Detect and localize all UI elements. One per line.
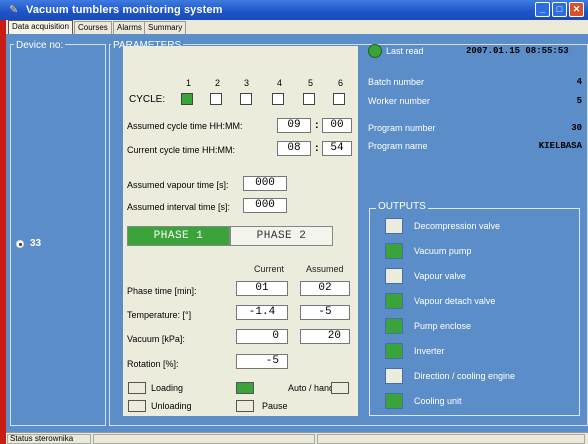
output-indicator-direction-cooling-engine	[385, 368, 403, 384]
phase-time-current-field: 01	[236, 281, 288, 296]
cycle-indicator-6	[333, 93, 345, 105]
output-indicator-vacuum-pump	[385, 243, 403, 259]
phase-2-button[interactable]: PHASE 2	[230, 226, 333, 246]
auto-hand-toggle[interactable]	[331, 382, 349, 394]
rotation-label: Rotation [%]:	[127, 359, 179, 369]
device-radio[interactable]: 33	[16, 238, 41, 249]
temperature-current-field: -1.4	[236, 305, 288, 320]
cycle-label: CYCLE:	[129, 94, 166, 105]
outputs-label: OUTPUTS	[376, 201, 428, 212]
vapour-time-label: Assumed vapour time [s]:	[127, 180, 229, 190]
app-icon: ✎	[9, 4, 19, 16]
unloading-indicator	[128, 400, 146, 412]
current-cycle-hours-field: 08	[277, 141, 311, 156]
tab-summary[interactable]: Summary	[144, 21, 187, 34]
cycle-number: 5	[308, 78, 314, 88]
assumed-cycle-hours-field[interactable]: 09	[277, 118, 311, 133]
output-indicator-decompression-valve	[385, 218, 403, 234]
current-cycle-time-label: Current cycle time HH:MM:	[127, 145, 236, 155]
title-bar: ✎ Vacuum tumblers monitoring system _ □ …	[0, 0, 588, 20]
vacuum-label: Vacuum [kPa]:	[127, 334, 185, 344]
output-label: Direction / cooling engine	[414, 371, 516, 381]
output-label: Inverter	[414, 346, 445, 356]
output-label: Cooling unit	[414, 396, 462, 406]
assumed-cycle-time-label: Assumed cycle time HH:MM:	[127, 121, 243, 131]
device-group	[10, 44, 106, 426]
interval-time-field[interactable]: 000	[243, 198, 287, 213]
cycle-number: 3	[244, 78, 250, 88]
column-current-header: Current	[254, 264, 285, 274]
output-indicator-inverter	[385, 343, 403, 359]
program-name-label: Program name	[368, 141, 428, 151]
output-indicator-pump-enclose	[385, 318, 403, 334]
cycle-indicator-5	[303, 93, 315, 105]
temperature-assumed-field[interactable]: -5	[300, 305, 350, 320]
worker-number-label: Worker number	[368, 96, 430, 106]
auto-hand-label: Auto / hand	[288, 383, 335, 393]
cycle-number: 2	[215, 78, 221, 88]
cycle-number: 1	[186, 78, 192, 88]
vapour-time-field[interactable]: 000	[243, 176, 287, 191]
assumed-cycle-minutes-field[interactable]: 00	[322, 118, 352, 133]
program-name-value: KIELBASA	[538, 141, 582, 151]
temperature-label: Temperature: [°]	[127, 310, 192, 320]
last-read-label: Last read	[386, 46, 424, 56]
maximize-button[interactable]: □	[552, 2, 567, 17]
loading-label: Loading	[151, 383, 184, 393]
tab-strip: Data acquisition Courses Alarms Summary	[6, 20, 588, 34]
status-cell-empty	[317, 434, 585, 444]
pause-label: Pause	[262, 401, 288, 411]
last-read-value: 2007.01.15 08:55:53	[466, 46, 569, 56]
status-cell-empty	[93, 434, 315, 444]
output-indicator-cooling-unit	[385, 393, 403, 409]
cycle-indicator-3	[240, 93, 252, 105]
device-label: Device no:	[14, 40, 66, 51]
rotation-current-field: -5	[236, 354, 288, 369]
program-number-value: 30	[571, 123, 582, 133]
vacuum-current-field: 0	[236, 329, 288, 344]
outputs-group	[369, 208, 580, 416]
batch-number-label: Batch number	[368, 77, 425, 87]
time-separator: :	[315, 119, 319, 131]
output-label: Vacuum pump	[414, 246, 472, 256]
cycle-number: 6	[338, 78, 344, 88]
tab-alarms[interactable]: Alarms	[113, 21, 146, 34]
unloading-label: Unloading	[151, 401, 192, 411]
pause-indicator	[236, 400, 254, 412]
output-indicator-vapour-valve	[385, 268, 403, 284]
batch-number-value: 4	[576, 77, 582, 87]
radio-selected-icon	[16, 239, 24, 248]
cycle-number: 4	[277, 78, 283, 88]
cycle-indicator-4	[272, 93, 284, 105]
column-assumed-header: Assumed	[306, 264, 344, 274]
loading-indicator	[128, 382, 146, 394]
window-title: Vacuum tumblers monitoring system	[26, 4, 223, 16]
output-label: Pump enclose	[414, 321, 472, 331]
minimize-button[interactable]: _	[535, 2, 550, 17]
phase-time-assumed-field[interactable]: 02	[300, 281, 350, 296]
output-label: Vapour detach valve	[414, 296, 496, 306]
status-cell: Status sterownika	[7, 434, 91, 444]
output-indicator-vapour-detach-valve	[385, 293, 403, 309]
phase-1-button[interactable]: PHASE 1	[127, 226, 230, 246]
auto-hand-indicator	[236, 382, 254, 394]
interval-time-label: Assumed interval time [s]:	[127, 202, 231, 212]
tab-data-acquisition[interactable]: Data acquisition	[8, 20, 73, 34]
cycle-indicator-2	[210, 93, 222, 105]
close-button[interactable]: ✕	[569, 2, 584, 17]
tab-courses[interactable]: Courses	[74, 21, 112, 34]
cycle-indicator-1	[181, 93, 193, 105]
output-label: Vapour valve	[414, 271, 466, 281]
vacuum-assumed-field[interactable]: 20	[300, 329, 350, 344]
device-number: 33	[30, 238, 42, 249]
current-cycle-minutes-field: 54	[322, 141, 352, 156]
program-number-label: Program number	[368, 123, 436, 133]
phase-time-label: Phase time [min]:	[127, 286, 197, 296]
output-label: Decompression valve	[414, 221, 501, 231]
status-bar: Status sterownika	[6, 432, 588, 444]
last-read-status-icon	[368, 44, 382, 58]
worker-number-value: 5	[576, 96, 582, 106]
time-separator: :	[315, 142, 319, 154]
